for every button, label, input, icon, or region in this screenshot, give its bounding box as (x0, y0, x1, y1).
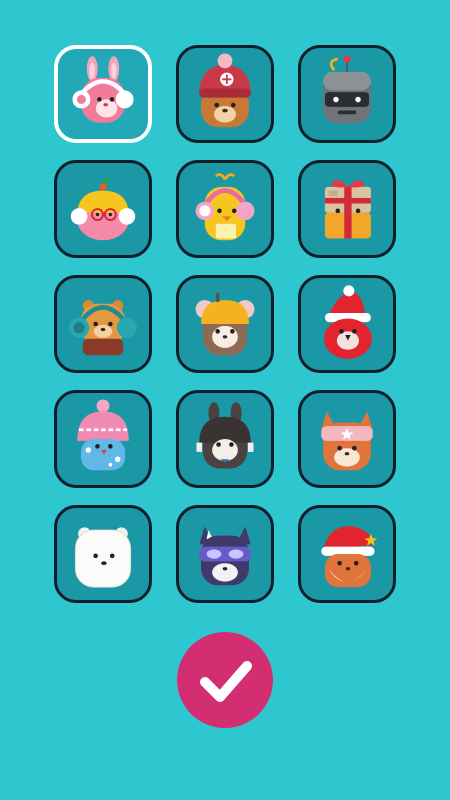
gift-box-icon (324, 179, 371, 239)
mouse-helmet-icon (195, 292, 255, 356)
pink-bunny-icon (72, 56, 134, 123)
character-tile-bunny-aviator[interactable] (176, 390, 274, 488)
character-tile-penguin-santa[interactable] (298, 275, 396, 373)
character-tile-mouse-helmet[interactable] (176, 275, 274, 373)
polar-bear-icon (74, 527, 132, 588)
character-tile-pink-glasses[interactable] (54, 160, 152, 258)
character-grid (54, 45, 396, 603)
fox-star-icon (321, 411, 373, 471)
character-tile-bird-knit-hat[interactable] (54, 390, 152, 488)
character-tile-fox-santa[interactable] (298, 505, 396, 603)
character-tile-raccoon-goggles[interactable] (176, 505, 274, 603)
bear-headphones-icon (68, 300, 138, 356)
character-tile-robot[interactable] (298, 45, 396, 143)
character-tile-pink-bunny[interactable] (54, 45, 152, 143)
bird-knit-hat-icon (77, 399, 129, 471)
fox-santa-icon (321, 526, 378, 588)
character-tile-polar-bear[interactable] (54, 505, 152, 603)
chick-headphones-icon (195, 173, 255, 241)
character-tile-fox-star[interactable] (298, 390, 396, 488)
character-select-screen (0, 0, 450, 800)
checkmark-icon (200, 661, 252, 702)
raccoon-goggles-icon (199, 526, 251, 586)
bear-beanie-icon (199, 53, 251, 128)
confirm-button[interactable] (177, 632, 273, 728)
pink-glasses-icon (70, 177, 136, 241)
penguin-santa-icon (324, 285, 372, 359)
character-tile-chick-headphones[interactable] (176, 160, 274, 258)
character-tile-bear-green-headphones[interactable] (54, 275, 152, 373)
character-tile-gift-box[interactable] (298, 160, 396, 258)
bunny-aviator-icon (196, 402, 254, 469)
character-tile-bear-beanie[interactable] (176, 45, 274, 143)
robot-icon (323, 55, 371, 124)
